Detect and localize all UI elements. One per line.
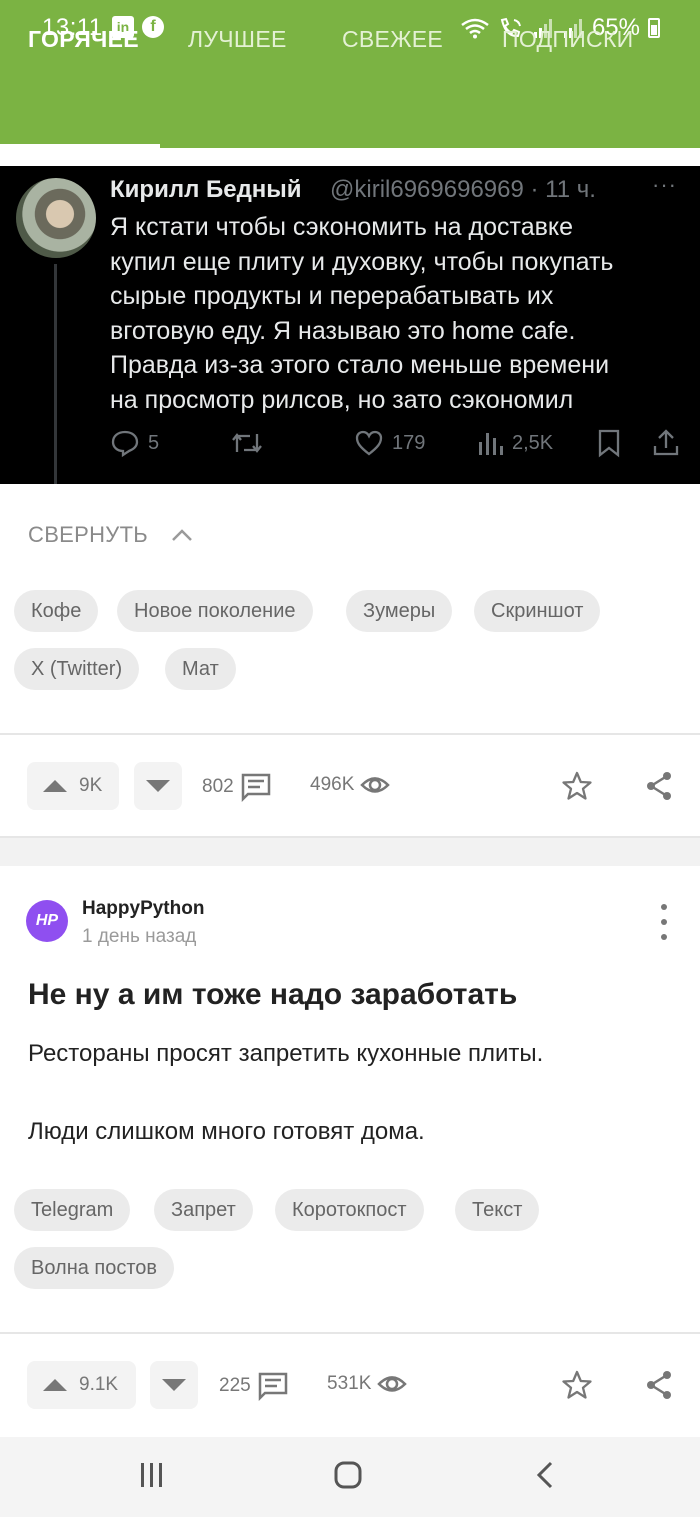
rating-value: 9K	[79, 775, 103, 796]
tweet-text-line: Правда из-за этого стало меньше времени	[110, 351, 610, 379]
tweet-text-line: вготовую еду. Я называю это home cafe.	[110, 316, 576, 345]
divider	[0, 1332, 700, 1334]
tweet-text-line: на просмотр рилсов, но зато сэкономил	[110, 385, 574, 414]
tweet-replies-count: 5	[148, 431, 160, 454]
comments-button[interactable]: 802	[202, 772, 272, 802]
system-nav-bar	[0, 1437, 700, 1517]
tab-best[interactable]: ЛУЧШЕЕ	[188, 26, 287, 53]
arrow-up-icon	[43, 1379, 67, 1391]
eye-icon	[360, 777, 391, 793]
chevron-up-icon	[172, 529, 192, 541]
upvote-button[interactable]: 9.1K	[27, 1361, 136, 1409]
bookmark-icon	[596, 428, 622, 458]
app-header: 13:11 in f 65% ГОРЯЧЕЕ ЛУЧШЕЕ СВЕЖЕЕ ПОД…	[0, 0, 700, 148]
tweet-views-count: 2,5K	[512, 431, 554, 454]
author-name[interactable]: HappyPython	[82, 898, 204, 920]
tweet-likes: 179	[354, 428, 425, 458]
tweet-author-avatar	[16, 178, 96, 258]
tag-chip[interactable]: Волна постов	[14, 1247, 175, 1289]
comments-button[interactable]: 225	[219, 1371, 289, 1401]
views-bars-icon	[479, 433, 503, 455]
divider	[0, 733, 700, 735]
downvote-button[interactable]	[134, 762, 182, 810]
tweet-text-line: Я кстати чтобы сэкономить на доставке	[110, 213, 574, 241]
facebook-icon: f	[142, 16, 164, 38]
tag-chip[interactable]: Зумеры	[346, 590, 453, 632]
tweet-screenshot-image[interactable]: Кирилл Бедный @kiril6969696969 · 11 ч. ·…	[0, 166, 700, 484]
author-avatar[interactable]: HP	[26, 900, 68, 942]
share-icon[interactable]	[644, 1369, 674, 1401]
downvote-button[interactable]	[150, 1361, 198, 1409]
tag-chip[interactable]: Коротокпост	[275, 1189, 424, 1231]
battery-icon	[648, 18, 660, 38]
collapse-label: СВЕРНУТЬ	[28, 522, 149, 547]
views-stat: 496K	[310, 772, 391, 798]
star-icon[interactable]	[560, 1369, 594, 1401]
eye-icon	[377, 1376, 408, 1392]
tweet-likes-count: 179	[392, 431, 426, 454]
tag-chip[interactable]: Мат	[165, 648, 236, 690]
tweet-text-line: купил еще плиту и духовку, чтобы покупат…	[110, 247, 614, 276]
rating-value: 9.1K	[79, 1374, 119, 1395]
active-tab-indicator	[0, 144, 160, 148]
share-icon	[652, 428, 680, 458]
views-count: 531K	[327, 1373, 372, 1394]
reply-icon	[111, 430, 139, 458]
arrow-up-icon	[43, 780, 67, 792]
tag-chip[interactable]: Кофе	[14, 590, 99, 632]
tab-fresh[interactable]: СВЕЖЕЕ	[342, 26, 443, 53]
more-icon: ···	[652, 172, 677, 197]
recent-apps-icon[interactable]	[136, 1457, 168, 1493]
tweet-retweets	[230, 428, 264, 458]
post-paragraph: Люди слишком много готовят дома.	[28, 1118, 425, 1145]
collapse-button[interactable]: СВЕРНУТЬ	[28, 522, 194, 548]
comment-icon	[241, 773, 270, 802]
tweet-actions: 5 179 2,5K	[0, 428, 700, 468]
tweet-replies: 5	[110, 428, 159, 458]
post-title[interactable]: Не ну а им тоже надо заработать	[28, 978, 517, 1012]
views-stat: 531K	[327, 1371, 408, 1397]
post-separator	[0, 838, 700, 866]
tweet-author-handle: @kiril6969696969 · 11 ч.	[330, 176, 596, 203]
views-count: 496K	[310, 774, 355, 795]
tweet-views: 2,5K	[476, 428, 553, 458]
tag-chip[interactable]: X (Twitter)	[14, 648, 140, 690]
post-paragraph: Рестораны просят запретить кухонные плит…	[28, 1040, 544, 1067]
back-icon[interactable]	[530, 1457, 562, 1493]
tag-chip[interactable]: Запрет	[154, 1189, 253, 1231]
tab-hot[interactable]: ГОРЯЧЕЕ	[28, 26, 139, 53]
tweet-author-name: Кирилл Бедный	[110, 176, 302, 203]
more-vertical-icon[interactable]	[656, 904, 672, 940]
tag-chip[interactable]: Скриншот	[474, 590, 601, 632]
tab-subscriptions[interactable]: ПОДПИСКИ	[502, 26, 634, 53]
tag-chip[interactable]: Новое поколение	[117, 590, 313, 632]
tag-chip[interactable]: Telegram	[14, 1189, 131, 1231]
tweet-text: Я кстати чтобы сэкономить на доставке ку…	[110, 210, 680, 417]
arrow-down-icon	[146, 780, 170, 792]
comments-count: 225	[219, 1375, 251, 1396]
heart-icon	[355, 430, 383, 456]
upvote-button[interactable]: 9K	[27, 762, 119, 810]
post-time: 1 день назад	[82, 926, 197, 947]
share-icon[interactable]	[644, 770, 674, 802]
wifi-icon	[461, 18, 489, 39]
arrow-down-icon	[162, 1379, 186, 1391]
comments-count: 802	[202, 776, 234, 797]
comment-icon	[258, 1372, 287, 1401]
retweet-icon	[232, 433, 262, 453]
tag-chip[interactable]: Текст	[455, 1189, 540, 1231]
home-icon[interactable]	[332, 1457, 364, 1493]
tweet-text-line: сырые продукты и перерабатывать их	[110, 282, 554, 310]
star-icon[interactable]	[560, 770, 594, 802]
